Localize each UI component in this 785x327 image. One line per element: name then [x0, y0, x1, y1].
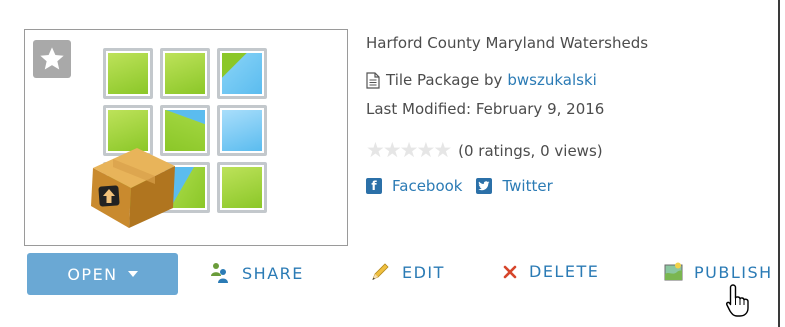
chevron-down-icon — [127, 271, 138, 277]
twitter-label: Twitter — [502, 177, 553, 195]
rating-star[interactable]: ★ — [433, 140, 452, 161]
favorite-button[interactable] — [33, 40, 71, 78]
delete-button[interactable]: DELETE — [503, 262, 599, 281]
facebook-label: Facebook — [392, 177, 463, 195]
publish-label: PUBLISH — [694, 262, 773, 282]
pencil-icon — [370, 262, 390, 282]
edit-label: EDIT — [402, 262, 445, 282]
facebook-icon: f — [366, 178, 382, 194]
open-label: OPEN — [67, 264, 118, 284]
item-thumbnail[interactable] — [24, 29, 348, 246]
item-type: Tile Package by — [386, 71, 503, 89]
facebook-button[interactable]: f Facebook — [366, 177, 462, 195]
twitter-button[interactable]: Twitter — [476, 177, 553, 195]
publish-map-icon — [664, 262, 684, 282]
share-button[interactable]: SHARE — [210, 262, 304, 284]
share-label: SHARE — [242, 263, 304, 283]
x-icon — [503, 265, 517, 279]
package-box-icon — [91, 148, 175, 228]
owner-link[interactable]: bwszukalski — [507, 71, 596, 89]
social-share: f Facebook Twitter — [366, 177, 567, 195]
share-people-icon — [210, 262, 230, 284]
window-edge — [778, 0, 780, 327]
edit-button[interactable]: EDIT — [370, 262, 445, 282]
open-button[interactable]: OPEN — [27, 253, 178, 295]
rating-summary: (0 ratings, 0 views) — [458, 141, 603, 160]
document-icon — [366, 71, 380, 89]
item-type-line: Tile Package by bwszukalski — [366, 71, 597, 89]
rating-row: ★ ★ ★ ★ ★ (0 ratings, 0 views) — [366, 140, 603, 161]
star-icon — [40, 47, 64, 70]
publish-button[interactable]: PUBLISH — [664, 262, 773, 282]
hand-pointer-icon — [726, 284, 749, 317]
delete-label: DELETE — [529, 262, 600, 281]
twitter-icon — [476, 178, 493, 194]
item-title[interactable]: Harford County Maryland Watersheds — [366, 34, 648, 52]
last-modified: Last Modified: February 9, 2016 — [366, 100, 605, 118]
